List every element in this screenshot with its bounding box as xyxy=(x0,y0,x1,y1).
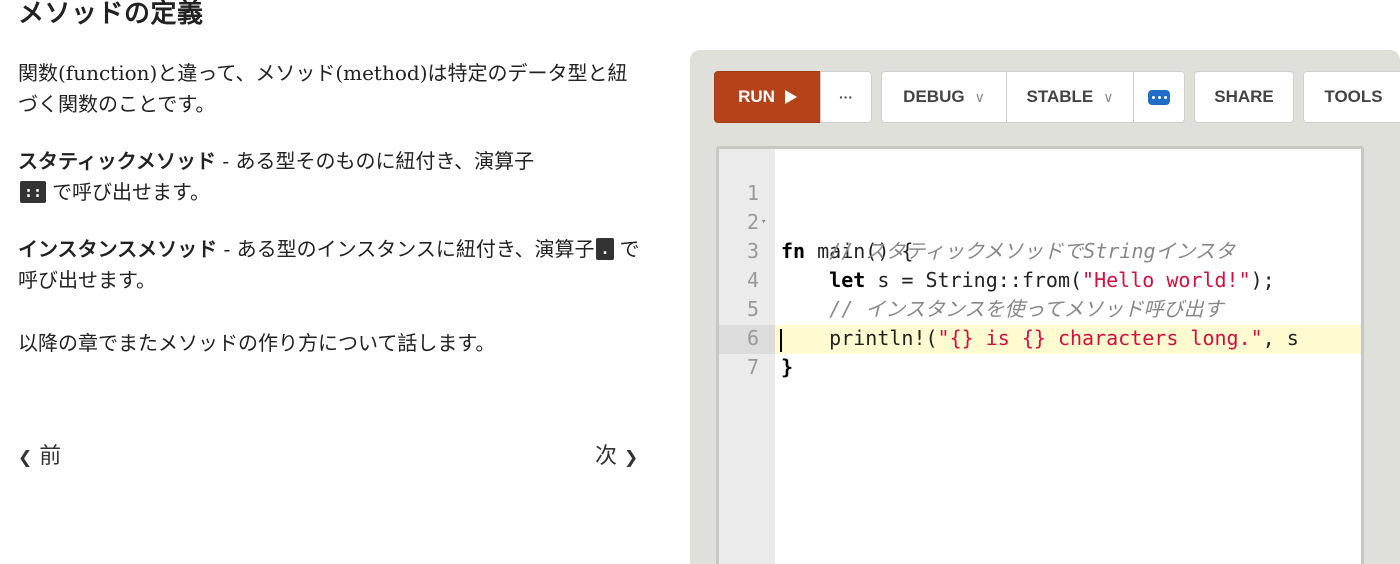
code-comment: // インスタンスを使ってメソッド呼び出す xyxy=(781,297,1224,321)
code-line: 5 println!("{} is {} characters long.", … xyxy=(719,266,1299,350)
playground-toolbar: RUN ··· DEBUG ∨ STABLE ∨ SHARE TOOLS xyxy=(714,71,1400,123)
code-text: s = String::from( xyxy=(865,268,1083,292)
tools-label: TOOLS xyxy=(1324,87,1383,106)
page-title: メソッドの定義 xyxy=(18,0,204,29)
channel-dropdown[interactable]: STABLE ∨ xyxy=(1006,71,1134,123)
play-icon xyxy=(784,90,797,104)
next-page-link[interactable]: 次 ❯ xyxy=(595,438,638,470)
static-method-tail: で呼び出せます。 xyxy=(52,180,211,204)
code-line: 3 let s = String::from("Hello world!"); xyxy=(719,208,1275,292)
run-button[interactable]: RUN xyxy=(714,71,821,123)
chevron-down-icon: ∨ xyxy=(1103,88,1114,105)
keyword: let xyxy=(829,268,866,292)
code-line: 2 // スタティックメソッドでStringインスタ xyxy=(719,179,1235,263)
code-comment: // スタティックメソッドでStringインスタ xyxy=(781,239,1236,263)
chevron-right-icon: ❯ xyxy=(624,448,639,468)
ellipsis-icon: ··· xyxy=(839,89,853,105)
intro-paragraph: 関数(function)と違って、メソッド(method)は特定のデータ型と紐づ… xyxy=(18,61,628,116)
code-line: 6 } xyxy=(719,295,793,379)
chevron-left-icon: ❮ xyxy=(18,448,33,468)
config-button[interactable] xyxy=(1133,71,1185,123)
run-label: RUN xyxy=(738,87,775,106)
more-options-button[interactable]: ··· xyxy=(820,71,872,123)
share-label: SHARE xyxy=(1214,87,1274,106)
code-line: 1 ▾ fn main() { xyxy=(719,150,914,263)
instance-method-paragraph: インスタンスメソッド - ある型のインスタンスに紐付き、演算子. で呼び出せます。 xyxy=(18,234,646,296)
outro-paragraph: 以降の章でまたメソッドの作り方について話します。 xyxy=(18,331,496,355)
next-label: 次 xyxy=(595,444,618,469)
code-text: println!( xyxy=(781,326,938,350)
prev-label: 前 xyxy=(39,444,62,469)
instance-method-description: - ある型のインスタンスに紐付き、演算子 xyxy=(217,237,595,261)
prev-page-link[interactable]: ❮ 前 xyxy=(18,438,61,470)
code-line: 4 // インスタンスを使ってメソッド呼び出す xyxy=(719,237,1224,321)
instance-operator-code: . xyxy=(596,238,614,260)
static-method-description: - ある型そのものに紐付き、演算子 xyxy=(216,149,535,173)
instance-method-term: インスタンスメソッド xyxy=(18,237,218,261)
tools-button[interactable]: TOOLS xyxy=(1303,71,1400,123)
static-method-paragraph: スタティックメソッド - ある型そのものに紐付き、演算子:: で呼び出せます。 xyxy=(18,146,646,208)
channel-label: STABLE xyxy=(1026,87,1094,106)
static-operator-code: :: xyxy=(20,181,47,203)
code-text: ); xyxy=(1250,268,1275,292)
line-number: 7 xyxy=(746,355,759,379)
chevron-down-icon: ∨ xyxy=(974,88,985,105)
text-cursor xyxy=(780,329,782,352)
code-text: , s xyxy=(1262,326,1299,350)
build-mode-label: DEBUG xyxy=(903,87,965,106)
static-method-term: スタティックメソッド xyxy=(18,149,216,173)
string-literal: "{} is {} characters long." xyxy=(937,326,1263,350)
share-button[interactable]: SHARE xyxy=(1194,71,1294,123)
code-playground: RUN ··· DEBUG ∨ STABLE ∨ SHARE TOOLS 1 ▾… xyxy=(690,50,1400,564)
build-mode-dropdown[interactable]: DEBUG ∨ xyxy=(881,71,1007,123)
string-literal: "Hello world!" xyxy=(1082,268,1251,292)
code-editor[interactable]: 1 ▾ fn main() { 2 // スタティックメソッドでStringイン… xyxy=(716,146,1364,564)
more-config-icon xyxy=(1148,89,1170,105)
